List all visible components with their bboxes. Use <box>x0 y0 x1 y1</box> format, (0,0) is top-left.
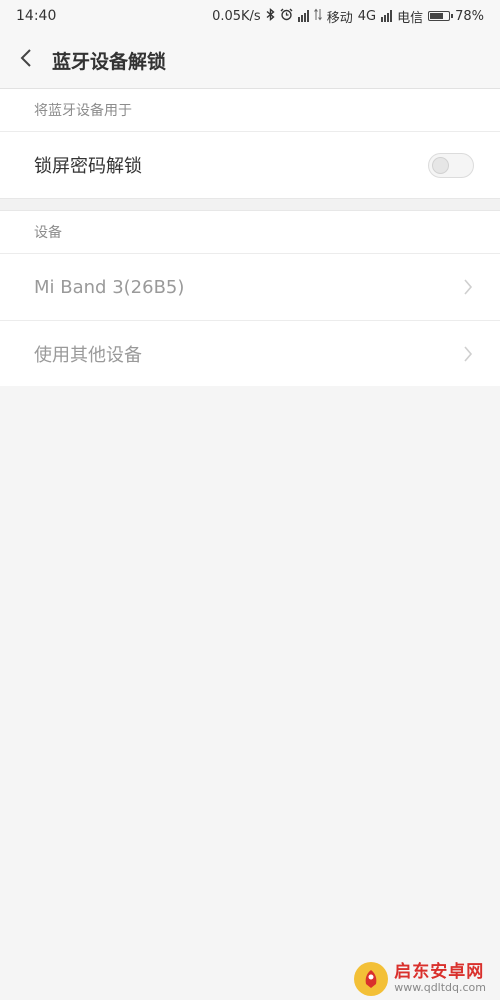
chevron-right-icon <box>462 345 474 363</box>
chevron-right-icon <box>462 278 474 296</box>
signal-icon-hd <box>297 10 309 22</box>
device-label-other: 使用其他设备 <box>34 344 142 366</box>
watermark-name: 启东安卓网 <box>394 962 485 983</box>
bluetooth-icon <box>266 7 275 25</box>
device-label-mi-band: Mi Band 3(26B5) <box>34 276 185 298</box>
battery-percent: 78% <box>455 8 484 24</box>
signal-icon <box>381 10 393 22</box>
lockscreen-unlock-row[interactable]: 锁屏密码解锁 <box>0 132 500 198</box>
page-title: 蓝牙设备解锁 <box>52 50 167 73</box>
title-bar: 蓝牙设备解锁 <box>0 32 500 89</box>
battery-icon <box>428 11 454 21</box>
network-speed: 0.05K/s <box>212 8 261 24</box>
alarm-icon <box>280 8 293 25</box>
network-type: 4G <box>357 8 377 24</box>
device-row-other[interactable]: 使用其他设备 <box>0 320 500 386</box>
section-devices: 设备 Mi Band 3(26B5) 使用其他设备 <box>0 211 500 386</box>
carrier-2: 电信 <box>397 10 424 26</box>
lockscreen-unlock-toggle[interactable] <box>428 152 474 178</box>
watermark: 启东安卓网 www.qdltdq.com <box>354 962 486 996</box>
carrier-1: 移动 <box>326 10 353 26</box>
watermark-logo-icon <box>354 962 389 996</box>
status-icons: 0.05K/s 移动 4G 电信 78% <box>212 7 484 26</box>
toggle-knob <box>432 156 449 174</box>
status-time: 14:40 <box>16 8 57 24</box>
watermark-url: www.qdltdq.com <box>394 981 486 995</box>
section-use-bluetooth: 将蓝牙设备用于 锁屏密码解锁 <box>0 89 500 198</box>
device-row-mi-band[interactable]: Mi Band 3(26B5) <box>0 254 500 320</box>
chevron-left-icon <box>20 48 32 72</box>
data-arrows-icon <box>313 8 322 25</box>
status-bar: 14:40 0.05K/s 移动 4G 电信 78% <box>0 0 500 32</box>
section-header-use: 将蓝牙设备用于 <box>0 89 500 132</box>
back-button[interactable] <box>0 32 52 88</box>
section-header-devices: 设备 <box>0 211 500 254</box>
lockscreen-unlock-label: 锁屏密码解锁 <box>34 156 142 177</box>
section-divider <box>0 198 500 211</box>
